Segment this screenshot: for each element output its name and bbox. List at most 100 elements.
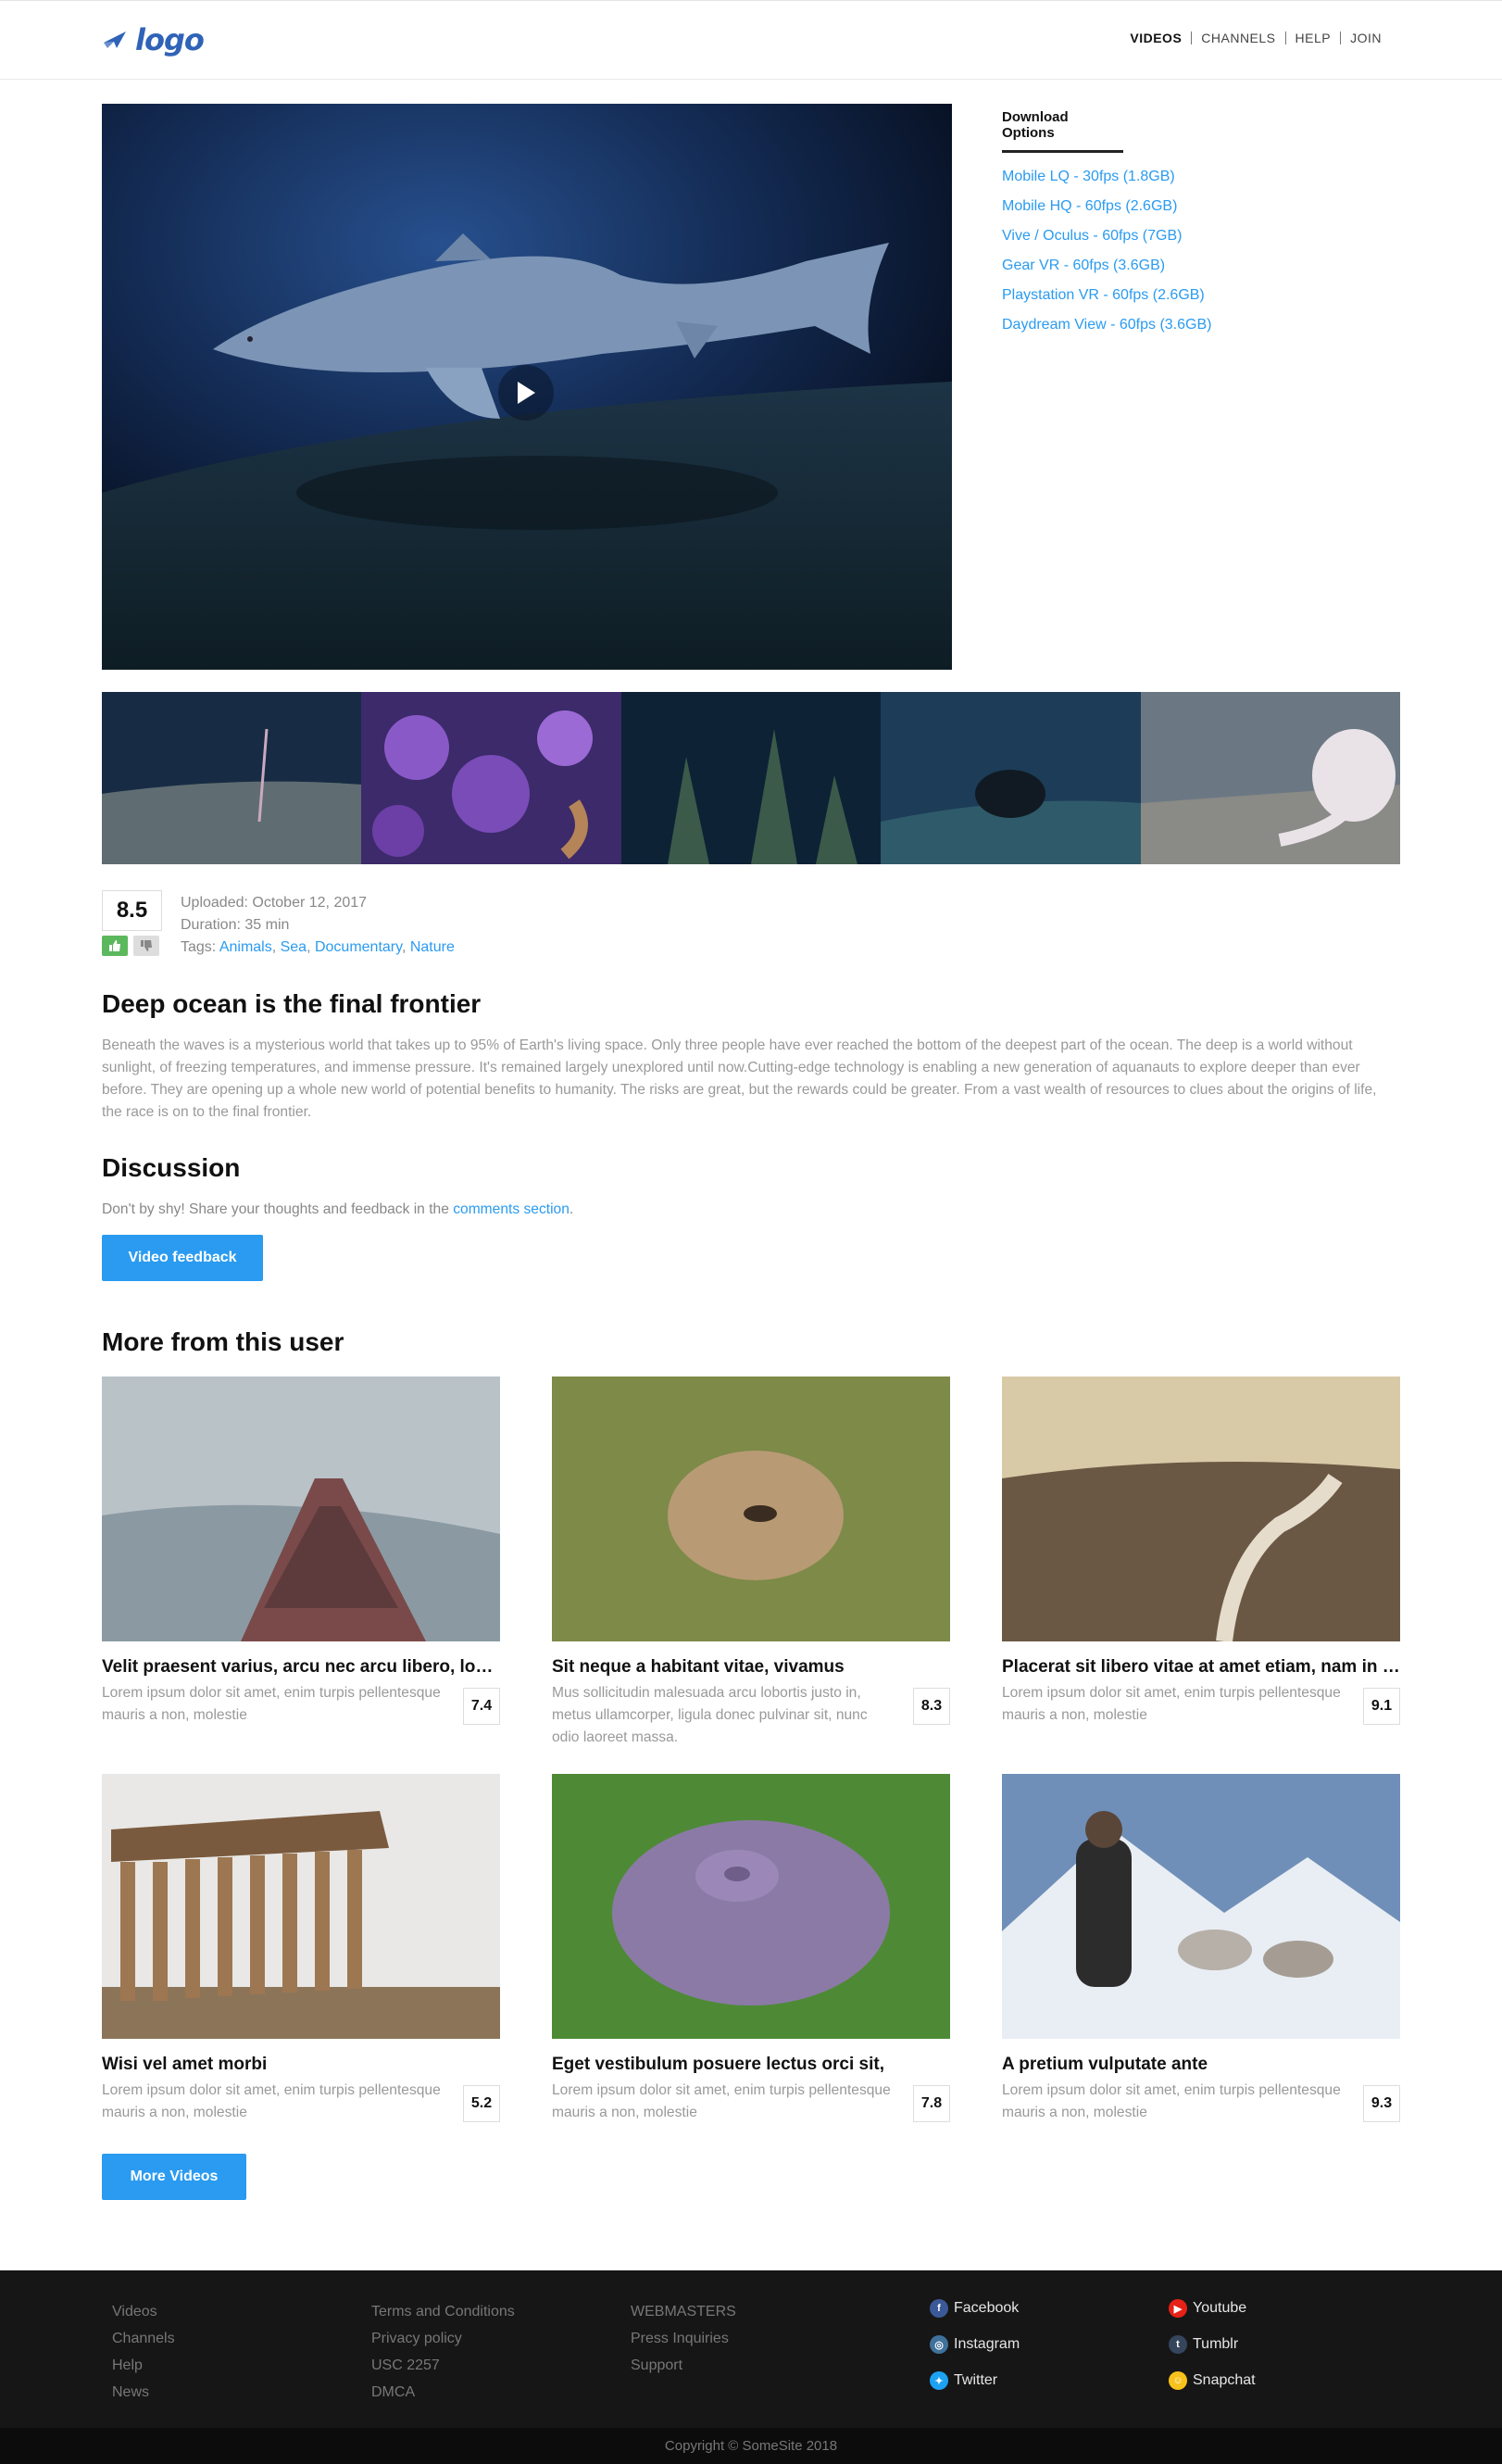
download-option[interactable]: Playstation VR - 60fps (2.6GB) — [1002, 281, 1280, 310]
youtube-icon: ▶ — [1169, 2299, 1187, 2318]
footer-link[interactable]: Help — [112, 2352, 175, 2379]
card-title[interactable]: Placerat sit libero vitae at amet etiam,… — [1002, 1657, 1400, 1678]
snapchat-icon: ☺ — [1169, 2371, 1187, 2390]
download-options-title: Download Options — [1002, 109, 1123, 153]
social-label: Tumblr — [1193, 2336, 1239, 2352]
download-option[interactable]: Mobile HQ - 60fps (2.6GB) — [1002, 192, 1280, 221]
footer-link[interactable]: Channels — [112, 2325, 175, 2352]
screenshot-thumb[interactable] — [1140, 692, 1400, 864]
video-rating: 8.5 — [102, 890, 162, 931]
video-card[interactable]: A pretium vulputate ante Lorem ipsum dol… — [1002, 1774, 1400, 2124]
instagram-icon: ◎ — [930, 2335, 948, 2354]
download-option[interactable]: Mobile LQ - 30fps (1.8GB) — [1002, 162, 1280, 192]
card-score: 8.3 — [913, 1688, 950, 1725]
video-card[interactable]: Sit neque a habitant vitae, vivamus Mus … — [552, 1377, 950, 1749]
twitter-icon: ✦ — [930, 2371, 948, 2390]
thumbs-down-icon — [141, 940, 152, 951]
discussion-title: Discussion — [102, 1153, 241, 1182]
dislike-button[interactable] — [133, 936, 159, 956]
card-score: 5.2 — [463, 2085, 500, 2122]
download-option[interactable]: Vive / Oculus - 60fps (7GB) — [1002, 221, 1280, 251]
download-option[interactable]: Gear VR - 60fps (3.6GB) — [1002, 251, 1280, 281]
download-option[interactable]: Daydream View - 60fps (3.6GB) — [1002, 310, 1280, 340]
tumblr-icon: t — [1169, 2335, 1187, 2354]
card-score: 9.1 — [1363, 1688, 1400, 1725]
facebook-icon: f — [930, 2299, 948, 2318]
card-thumbnail[interactable] — [552, 1377, 950, 1641]
video-card[interactable]: Eget vestibulum posuere lectus orci sit,… — [552, 1774, 950, 2124]
card-description: Lorem ipsum dolor sit amet, enim turpis … — [102, 1685, 441, 1723]
card-description: Lorem ipsum dolor sit amet, enim turpis … — [102, 2082, 441, 2120]
card-thumbnail[interactable] — [1002, 1774, 1400, 2039]
footer-link[interactable]: USC 2257 — [371, 2352, 515, 2379]
card-title[interactable]: Velit praesent varius, arcu nec arcu lib… — [102, 1657, 500, 1678]
nav-join[interactable]: JOIN — [1340, 31, 1391, 44]
play-button[interactable] — [498, 365, 554, 421]
duration: Duration: 35 min — [181, 917, 290, 933]
footer-link[interactable]: DMCA — [371, 2379, 515, 2406]
card-score: 7.4 — [463, 1688, 500, 1725]
video-player[interactable] — [102, 104, 952, 670]
tag-link[interactable]: Nature — [410, 939, 455, 955]
footer-link[interactable]: Privacy policy — [371, 2325, 515, 2352]
social-label: Twitter — [954, 2372, 998, 2388]
card-title[interactable]: Eget vestibulum posuere lectus orci sit, — [552, 2055, 950, 2075]
footer-link[interactable]: Support — [631, 2352, 736, 2379]
social-instagram[interactable]: ◎ Instagram — [930, 2335, 1020, 2354]
social-tumblr[interactable]: t Tumblr — [1169, 2335, 1238, 2354]
social-twitter[interactable]: ✦ Twitter — [930, 2371, 997, 2390]
social-label: Youtube — [1193, 2300, 1247, 2316]
discussion-text: Don't by shy! Share your thoughts and fe… — [102, 1201, 573, 1218]
social-youtube[interactable]: ▶ Youtube — [1169, 2299, 1246, 2318]
video-description: Beneath the waves is a mysterious world … — [102, 1037, 1377, 1120]
footer-link[interactable]: WEBMASTERS — [631, 2298, 736, 2325]
download-options: Download Options Mobile LQ - 30fps (1.8G… — [1002, 109, 1280, 340]
tag-link[interactable]: Sea — [281, 939, 307, 955]
video-card[interactable]: Wisi vel amet morbi Lorem ipsum dolor si… — [102, 1774, 500, 2124]
screenshot-thumb[interactable] — [361, 692, 621, 864]
tag-link[interactable]: Animals — [219, 939, 272, 955]
screenshot-thumb[interactable] — [620, 692, 882, 864]
nav-help[interactable]: HELP — [1284, 31, 1341, 44]
tag-link[interactable]: Documentary — [315, 939, 402, 955]
nav-videos[interactable]: VIDEOS — [1120, 31, 1191, 44]
copyright: Copyright © SomeSite 2018 — [0, 2428, 1502, 2464]
card-thumbnail[interactable] — [102, 1377, 500, 1641]
card-description: Lorem ipsum dolor sit amet, enim turpis … — [1002, 1685, 1341, 1723]
footer-link[interactable]: News — [112, 2379, 175, 2406]
card-thumbnail[interactable] — [102, 1774, 500, 2039]
social-snapchat[interactable]: ☺ Snapchat — [1169, 2371, 1256, 2390]
footer-link[interactable]: Terms and Conditions — [371, 2298, 515, 2325]
card-description: Lorem ipsum dolor sit amet, enim turpis … — [552, 2082, 891, 2120]
paper-plane-icon — [104, 31, 126, 48]
logo[interactable]: logo — [102, 21, 205, 58]
video-title: Deep ocean is the final frontier — [102, 989, 482, 1018]
like-button[interactable] — [102, 936, 128, 956]
footer-col-webmasters: WEBMASTERS Press Inquiries Support — [631, 2298, 736, 2379]
screenshot-thumb[interactable] — [102, 692, 362, 864]
discussion-period: . — [569, 1201, 574, 1217]
footer-col-legal: Terms and Conditions Privacy policy USC … — [371, 2298, 515, 2406]
screenshot-thumb[interactable] — [881, 692, 1141, 864]
video-card[interactable]: Placerat sit libero vitae at amet etiam,… — [1002, 1377, 1400, 1727]
card-thumbnail[interactable] — [1002, 1377, 1400, 1641]
social-label: Instagram — [954, 2336, 1020, 2352]
upload-date: Uploaded: October 12, 2017 — [181, 895, 368, 911]
card-description: Mus sollicitudin malesuada arcu lobortis… — [552, 1685, 868, 1745]
card-thumbnail[interactable] — [552, 1774, 950, 2039]
video-feedback-button[interactable]: Video feedback — [102, 1235, 263, 1281]
social-facebook[interactable]: f Facebook — [930, 2299, 1019, 2318]
card-score: 7.8 — [913, 2085, 950, 2122]
card-title[interactable]: Sit neque a habitant vitae, vivamus — [552, 1657, 950, 1678]
more-videos-button[interactable]: More Videos — [102, 2154, 246, 2200]
card-title[interactable]: Wisi vel amet morbi — [102, 2055, 500, 2075]
social-label: Snapchat — [1193, 2372, 1256, 2388]
footer-link[interactable]: Videos — [112, 2298, 175, 2325]
card-title[interactable]: A pretium vulputate ante — [1002, 2055, 1400, 2075]
nav-channels[interactable]: CHANNELS — [1191, 31, 1284, 44]
logo-text: logo — [135, 22, 205, 57]
comments-link[interactable]: comments section — [453, 1201, 570, 1217]
tags-row: Tags: Animals, Sea, Documentary, Nature — [181, 939, 455, 955]
video-card[interactable]: Velit praesent varius, arcu nec arcu lib… — [102, 1377, 500, 1727]
footer-link[interactable]: Press Inquiries — [631, 2325, 736, 2352]
